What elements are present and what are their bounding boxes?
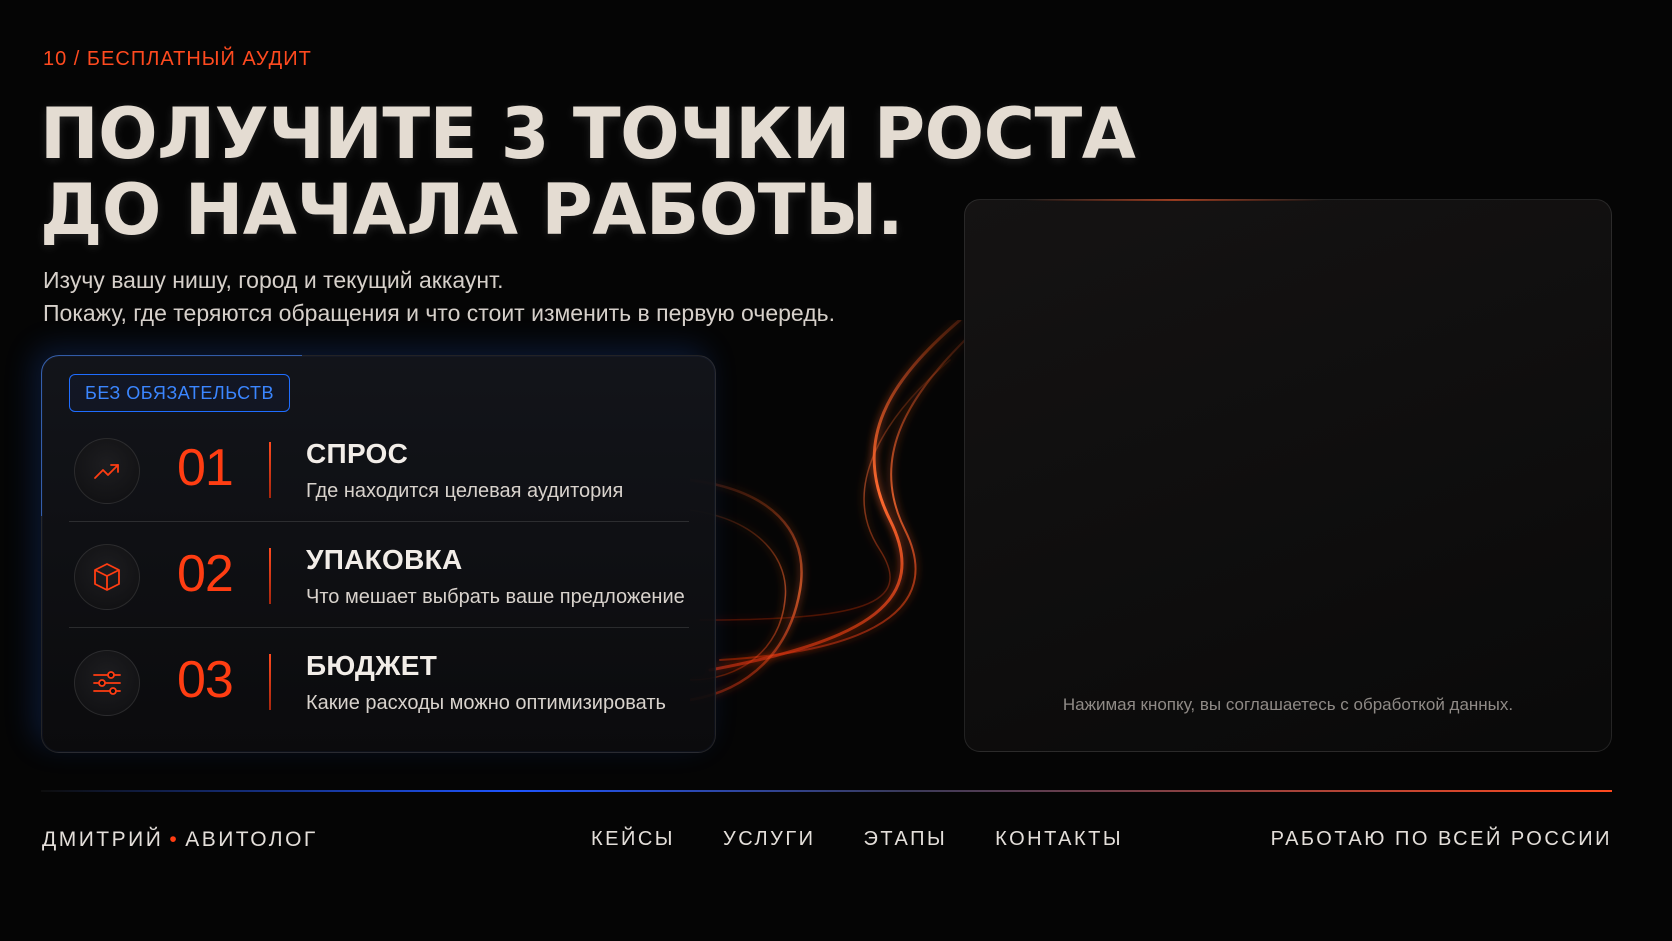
glow-swirl-decoration <box>690 320 966 702</box>
point-title: БЮДЖЕТ <box>306 650 438 681</box>
nav-link-stages[interactable]: ЭТАПЫ <box>864 828 948 851</box>
audit-point-row: 01 СПРОС Где находится целевая аудитория <box>69 416 689 522</box>
footer-divider <box>41 790 1612 792</box>
footer-nav: КЕЙСЫ УСЛУГИ ЭТАПЫ КОНТАКТЫ <box>591 828 1123 851</box>
brand-dot: • <box>169 828 180 851</box>
point-description: Какие расходы можно оптимизировать <box>306 692 666 714</box>
nav-link-cases[interactable]: КЕЙСЫ <box>591 828 675 851</box>
sliders-icon <box>74 650 140 716</box>
page: 10 / БЕСПЛАТНЫЙ АУДИТ ПОЛУЧИТЕ 3 ТОЧКИ Р… <box>0 0 1672 941</box>
point-title: СПРОС <box>306 438 409 469</box>
request-form-panel: Нажимая кнопку, вы соглашаетесь с обрабо… <box>964 199 1612 752</box>
number-divider <box>269 442 271 498</box>
point-number: 03 <box>177 651 234 709</box>
title-line-1: ПОЛУЧИТЕ 3 ТОЧКИ РОСТА <box>40 93 1136 175</box>
trend-up-icon <box>74 438 140 504</box>
audit-point-row: 02 УПАКОВКА Что мешает выбрать ваше пред… <box>69 522 689 628</box>
nav-link-services[interactable]: УСЛУГИ <box>723 828 816 851</box>
no-obligation-badge: БЕЗ ОБЯЗАТЕЛЬСТВ <box>69 374 291 412</box>
point-number: 02 <box>177 545 234 603</box>
subtitle-line-1: Изучу вашу нишу, город и текущий аккаунт… <box>43 267 504 293</box>
number-divider <box>269 654 271 710</box>
box-icon <box>74 544 140 610</box>
point-description: Что мешает выбрать ваше предложение <box>306 586 685 608</box>
audit-point-row: 03 БЮДЖЕТ Какие расходы можно оптимизиро… <box>69 628 689 734</box>
point-description: Где находится целевая аудитория <box>306 480 624 502</box>
brand-logo[interactable]: ДМИТРИЙ • АВИТОЛОГ <box>42 828 318 852</box>
brand-role: АВИТОЛОГ <box>185 828 318 851</box>
point-number: 01 <box>177 439 234 497</box>
nav-link-contacts[interactable]: КОНТАКТЫ <box>995 828 1123 851</box>
number-divider <box>269 548 271 604</box>
section-eyebrow: 10 / БЕСПЛАТНЫЙ АУДИТ <box>43 48 312 70</box>
brand-name: ДМИТРИЙ <box>42 828 164 851</box>
service-region: РАБОТАЮ ПО ВСЕЙ РОССИИ <box>1270 828 1612 850</box>
point-title: УПАКОВКА <box>306 544 463 575</box>
audit-points-card: БЕЗ ОБЯЗАТЕЛЬСТВ 01 СПРОС Где находится … <box>41 355 716 753</box>
data-consent-note: Нажимая кнопку, вы соглашаетесь с обрабо… <box>1062 695 1514 714</box>
